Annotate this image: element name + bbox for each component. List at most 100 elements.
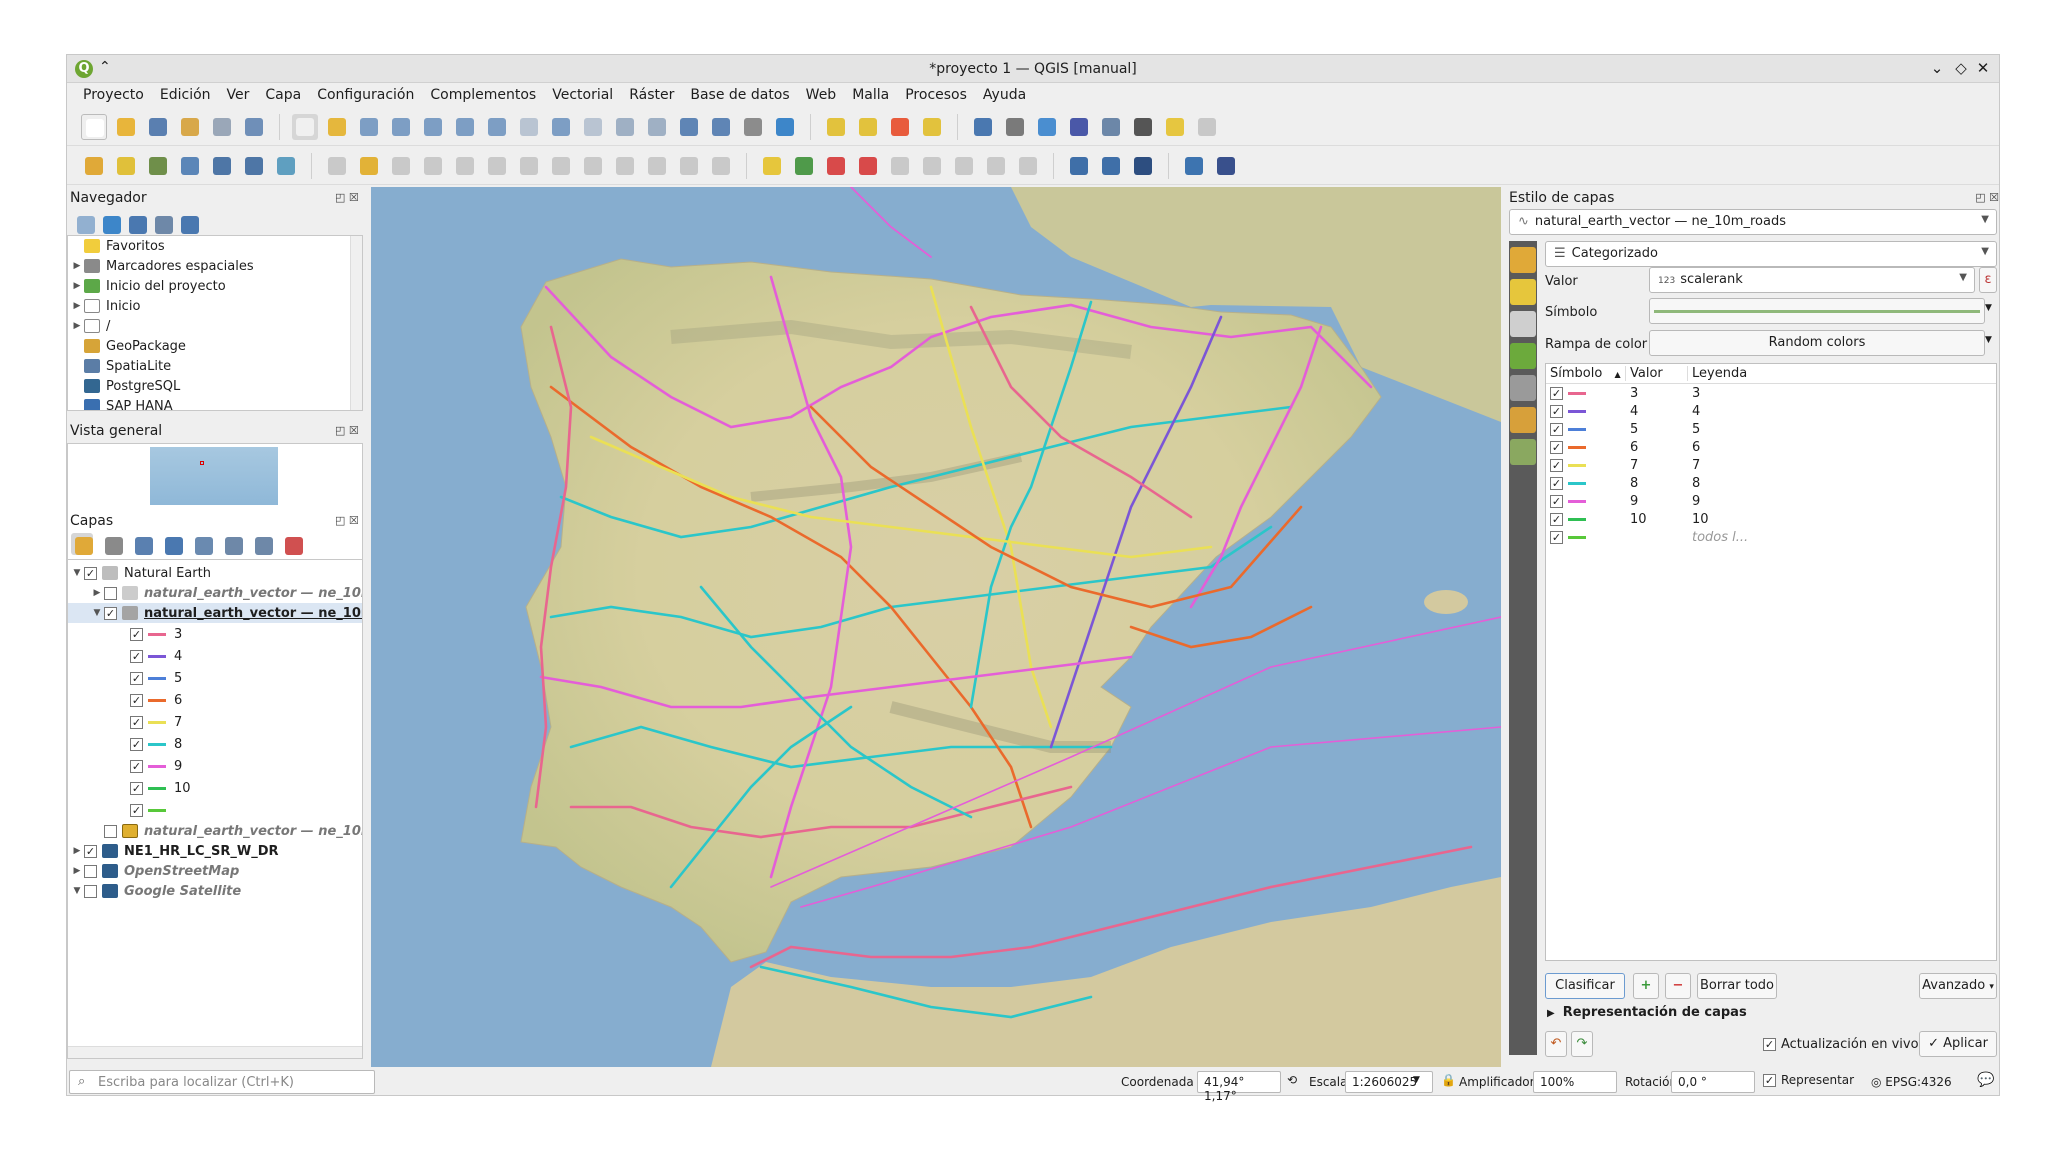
style-history-tab-icon[interactable] — [1510, 439, 1536, 465]
globe-icon[interactable] — [1066, 153, 1092, 179]
symbol-button[interactable] — [1649, 298, 1985, 324]
zoom-out-icon[interactable] — [388, 114, 414, 140]
add-line-feature-icon[interactable] — [420, 153, 446, 179]
legend-class-item[interactable]: ✓ 7 — [68, 711, 362, 733]
new-geopackage-icon[interactable] — [113, 153, 139, 179]
add-class-plus-icon[interactable]: + — [1633, 973, 1659, 999]
class-legend[interactable]: 9 — [1688, 494, 1700, 509]
map-canvas[interactable] — [371, 187, 1501, 1067]
classify-button[interactable]: Clasificar — [1545, 973, 1625, 999]
menu-edicion[interactable]: Edición — [152, 83, 219, 107]
chevron-down-icon[interactable]: ▼ — [1985, 303, 1992, 313]
layer-item[interactable]: ▶natural_earth_vector — ne_10m_a — [68, 583, 362, 603]
class-checkbox[interactable]: ✓ — [130, 803, 143, 817]
magnifier-field[interactable]: 100% — [1533, 1071, 1617, 1093]
class-checkbox[interactable]: ✓ — [130, 671, 143, 685]
open-table-icon[interactable] — [1098, 114, 1124, 140]
class-checkbox[interactable]: ✓ — [1550, 404, 1563, 418]
class-checkbox[interactable]: ✓ — [1550, 386, 1563, 400]
menu-proyecto[interactable]: Proyecto — [75, 83, 152, 107]
legend-class-item[interactable]: ✓ 8 — [68, 733, 362, 755]
collapse-all-icon[interactable] — [251, 533, 273, 555]
class-row[interactable]: ✓ 9 9 — [1546, 492, 1996, 510]
class-legend[interactable]: 7 — [1688, 458, 1700, 473]
filter-expression-icon[interactable] — [191, 533, 213, 555]
navigator-item[interactable]: ▶ Marcadores espaciales — [68, 256, 362, 276]
undo-icon[interactable]: ↶ — [1545, 1031, 1567, 1057]
class-checkbox[interactable]: ✓ — [130, 649, 143, 663]
chevron-down-icon[interactable]: ▼ — [1413, 1075, 1420, 1085]
layer-item[interactable]: ▶ ✓ NE1_HR_LC_SR_W_DR — [68, 841, 362, 861]
class-checkbox[interactable]: ✓ — [1550, 530, 1563, 544]
class-checkbox[interactable]: ✓ — [1550, 512, 1563, 526]
class-value[interactable]: 10 — [1626, 512, 1688, 527]
column-legend[interactable]: Leyenda — [1688, 366, 1747, 381]
labeling-icon[interactable] — [759, 153, 785, 179]
layer-group-natural-earth[interactable]: ▼ ✓ Natural Earth — [68, 563, 362, 583]
navigator-scrollbar[interactable] — [350, 236, 362, 410]
value-field-dropdown[interactable]: 123 scalerank ▼ — [1649, 267, 1975, 293]
legend-class-item[interactable]: ✓ 9 — [68, 755, 362, 777]
live-update-checkbox[interactable]: ✓ Actualización en vivo — [1763, 1037, 1919, 1052]
symbology-tab-icon[interactable] — [1510, 247, 1536, 273]
new-shapefile-icon[interactable] — [145, 153, 171, 179]
redo-icon[interactable]: ↷ — [1571, 1031, 1593, 1057]
move-label-icon[interactable] — [887, 153, 913, 179]
legend-class-item[interactable]: ✓ 5 — [68, 667, 362, 689]
web-service-icon[interactable] — [1098, 153, 1124, 179]
class-row[interactable]: ✓ 5 5 — [1546, 420, 1996, 438]
class-checkbox[interactable]: ✓ — [1550, 440, 1563, 454]
chevron-down-icon[interactable]: ▼ — [1985, 335, 1992, 345]
navigator-item[interactable]: Favoritos — [68, 236, 362, 256]
class-row[interactable]: ✓ 6 6 — [1546, 438, 1996, 456]
metasearch-icon[interactable] — [1130, 153, 1156, 179]
layer-rendering-section[interactable]: ▶ Representación de capas — [1547, 1005, 1747, 1020]
select-features-icon[interactable] — [823, 114, 849, 140]
change-label-icon[interactable] — [951, 153, 977, 179]
navigator-item[interactable]: SpatiaLite — [68, 356, 362, 376]
redo-icon[interactable] — [708, 153, 734, 179]
class-row[interactable]: ✓ 4 4 — [1546, 402, 1996, 420]
class-checkbox[interactable]: ✓ — [1550, 422, 1563, 436]
navigator-item[interactable]: GeoPackage — [68, 336, 362, 356]
class-row[interactable]: ✓ 7 7 — [1546, 456, 1996, 474]
diagram-properties-icon[interactable] — [1015, 153, 1041, 179]
class-legend[interactable]: 6 — [1688, 440, 1700, 455]
new-map-view-icon[interactable] — [612, 114, 638, 140]
renderer-dropdown[interactable]: ☰ Categorizado ▼ — [1545, 241, 1997, 267]
class-legend[interactable]: 8 — [1688, 476, 1700, 491]
undo-icon[interactable] — [676, 153, 702, 179]
expand-all-icon[interactable] — [221, 533, 243, 555]
remove-layer-icon[interactable] — [281, 533, 303, 555]
navigator-item[interactable]: ▶ Inicio del proyecto — [68, 276, 362, 296]
menu-complementos[interactable]: Complementos — [422, 83, 544, 107]
class-row[interactable]: ✓ todos l... — [1546, 528, 1996, 546]
column-value[interactable]: Valor — [1626, 366, 1688, 381]
python-console-icon[interactable] — [1181, 153, 1207, 179]
new-memory-layer-icon[interactable] — [209, 153, 235, 179]
close-icon[interactable]: ✕ — [1973, 59, 1993, 77]
digitize-icon[interactable] — [452, 153, 478, 179]
class-checkbox[interactable]: ✓ — [130, 693, 143, 707]
color-ramp-button[interactable]: Random colors — [1649, 330, 1985, 356]
panel-float-close-icon[interactable]: ◰ ☒ — [1975, 191, 1999, 204]
class-checkbox[interactable]: ✓ — [130, 781, 143, 795]
class-checkbox[interactable]: ✓ — [1550, 458, 1563, 472]
class-checkbox[interactable]: ✓ — [1550, 494, 1563, 508]
new-3d-view-icon[interactable] — [644, 114, 670, 140]
style-panel-icon[interactable] — [71, 533, 93, 555]
select-location-icon[interactable] — [919, 114, 945, 140]
paste-icon[interactable] — [644, 153, 670, 179]
layer-item[interactable]: ▼ Google Satellite — [68, 881, 362, 901]
map-tips-icon[interactable] — [1162, 114, 1188, 140]
legend-class-item[interactable]: ✓ — [68, 799, 362, 821]
refresh-icon[interactable] — [772, 114, 798, 140]
menu-raster[interactable]: Ráster — [621, 83, 682, 107]
masks-tab-icon[interactable] — [1510, 311, 1536, 337]
new-project-icon[interactable] — [81, 113, 107, 140]
select-by-value-icon[interactable] — [855, 114, 881, 140]
layer-item[interactable]: ▶ OpenStreetMap — [68, 861, 362, 881]
3d-view-tab-icon[interactable] — [1510, 343, 1536, 369]
add-vector-icon[interactable] — [273, 153, 299, 179]
minimize-icon[interactable]: ⌄ — [1927, 59, 1947, 77]
